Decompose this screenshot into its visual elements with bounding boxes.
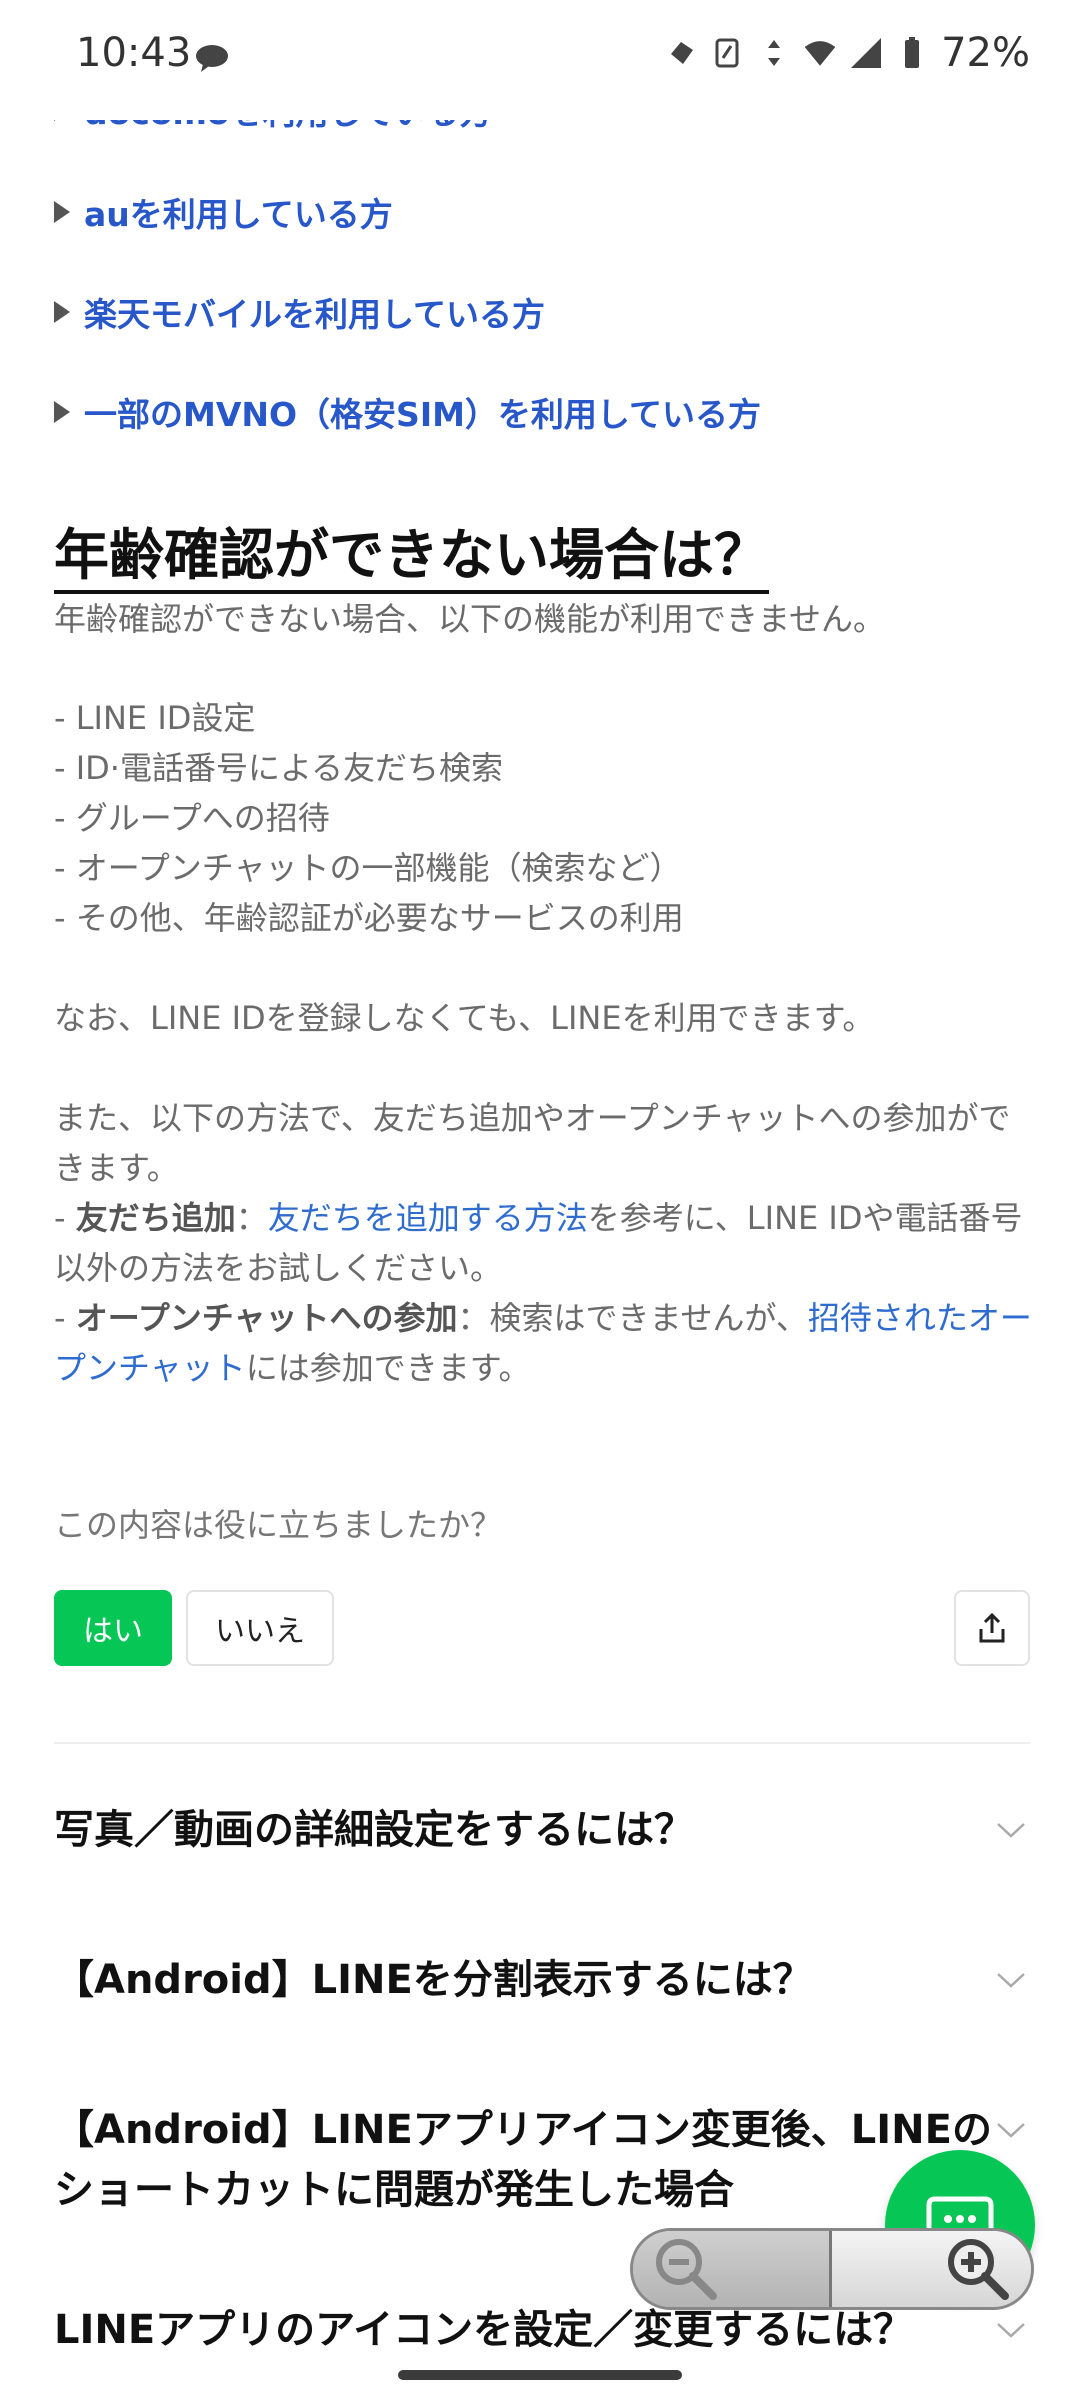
list-item: - オープンチャットの一部機能（検索など）: [54, 849, 682, 887]
list-item: - グループへの招待: [54, 799, 330, 837]
zoom-in-button[interactable]: [832, 2231, 1031, 2307]
zoom-in-icon: [948, 2239, 1009, 2300]
alternative-intro: また、以下の方法で、友だち追加やオープンチャットへの参加ができます。: [54, 1099, 1011, 1187]
list-dash: -: [54, 1199, 76, 1237]
triangle-right-icon: [54, 401, 70, 423]
faq-item-shortcut-issue[interactable]: 【Android】LINEアプリアイコン変更後、LINEのショートカットに問題が…: [54, 2100, 1030, 2220]
list-item: - その他、年齢認証が必要なサービスの利用: [54, 899, 684, 937]
data-arrows-icon: [768, 40, 781, 66]
list-item: - LINE ID設定: [54, 699, 256, 737]
chevron-down-icon: [997, 2323, 1025, 2338]
home-indicator[interactable]: [398, 2370, 682, 2380]
feedback-question: この内容は役に立ちましたか？: [54, 1506, 503, 1544]
battery-icon: [905, 37, 920, 68]
openchat-tail: には参加できます。: [245, 1349, 531, 1387]
faq-title: 【Android】LINEアプリアイコン変更後、LINEのショートカットに問題が…: [54, 2107, 992, 2213]
battery-percentage: 72%: [941, 30, 1030, 76]
share-icon: [979, 1612, 1005, 1643]
link-label: 楽天モバイルを利用している方: [84, 295, 546, 334]
no-button[interactable]: いいえ: [186, 1590, 334, 1666]
triangle-right-icon: [54, 201, 70, 223]
divider: [54, 1742, 1030, 1744]
friend-add-item: - 友だち追加：友だちを追加する方法を参考に、LINE IDや電話番号以外の方法…: [54, 1193, 1034, 1293]
chat-notification-icon: [196, 45, 228, 72]
link-label: auを利用している方: [84, 195, 393, 234]
faq-title: 写真／動画の詳細設定をするには？: [54, 1807, 694, 1853]
zoom-out-icon: [656, 2239, 717, 2300]
zoom-control: [630, 2228, 1034, 2310]
chevron-down-icon: [997, 1823, 1025, 1838]
friend-add-link[interactable]: 友だちを追加する方法: [268, 1199, 588, 1237]
share-button[interactable]: [954, 1590, 1030, 1666]
section-title: 年齢確認ができない場合は？: [54, 520, 770, 594]
link-mvno[interactable]: 一部のMVNO（格安SIM）を利用している方: [54, 388, 761, 436]
section-note: なお、LINE IDを登録しなくても、LINEを利用できます。: [54, 999, 875, 1037]
status-icons: 72%: [665, 30, 1030, 76]
faq-title: LINEアプリのアイコンを設定／変更するには？: [54, 2307, 914, 2353]
faq-title: 【Android】LINEを分割表示するには？: [54, 1957, 813, 2003]
friend-add-label: 友だち追加: [75, 1199, 236, 1237]
colon: ：: [235, 1199, 268, 1237]
link-rakuten[interactable]: 楽天モバイルを利用している方: [54, 288, 545, 336]
openchat-item: - オープンチャットへの参加：検索はできませんが、招待されたオープンチャットには…: [54, 1293, 1034, 1393]
status-time: 10:43: [76, 30, 192, 76]
zoom-out-button[interactable]: [633, 2231, 832, 2307]
restriction-list: - LINE ID設定 - ID·電話番号による友だち検索 - グループへの招待…: [54, 693, 684, 943]
vibrate-icon: [671, 42, 694, 64]
chevron-down-icon: [997, 1973, 1025, 1988]
status-bar: 10:43 72%: [0, 0, 1080, 120]
yes-button[interactable]: はい: [54, 1590, 172, 1666]
faq-item-photo-video-settings[interactable]: 写真／動画の詳細設定をするには？: [54, 1800, 1030, 1860]
nfc-icon: [715, 38, 739, 68]
openchat-text: ：検索はできませんが、: [457, 1299, 808, 1337]
wifi-icon: [804, 41, 836, 66]
list-dash: -: [54, 1299, 76, 1337]
signal-icon: [851, 38, 882, 68]
faq-item-split-view[interactable]: 【Android】LINEを分割表示するには？: [54, 1950, 1030, 2010]
link-au[interactable]: auを利用している方: [54, 188, 393, 236]
openchat-label: オープンチャットへの参加: [75, 1299, 458, 1337]
chevron-down-icon: [997, 2123, 1025, 2138]
triangle-right-icon: [54, 301, 70, 323]
alternative-methods: また、以下の方法で、友だち追加やオープンチャットへの参加ができます。 - 友だち…: [54, 1093, 1034, 1393]
link-label: 一部のMVNO（格安SIM）を利用している方: [84, 395, 761, 434]
list-item: - ID·電話番号による友だち検索: [54, 749, 504, 787]
section-intro: 年齢確認ができない場合、以下の機能が利用できません。: [54, 600, 886, 638]
